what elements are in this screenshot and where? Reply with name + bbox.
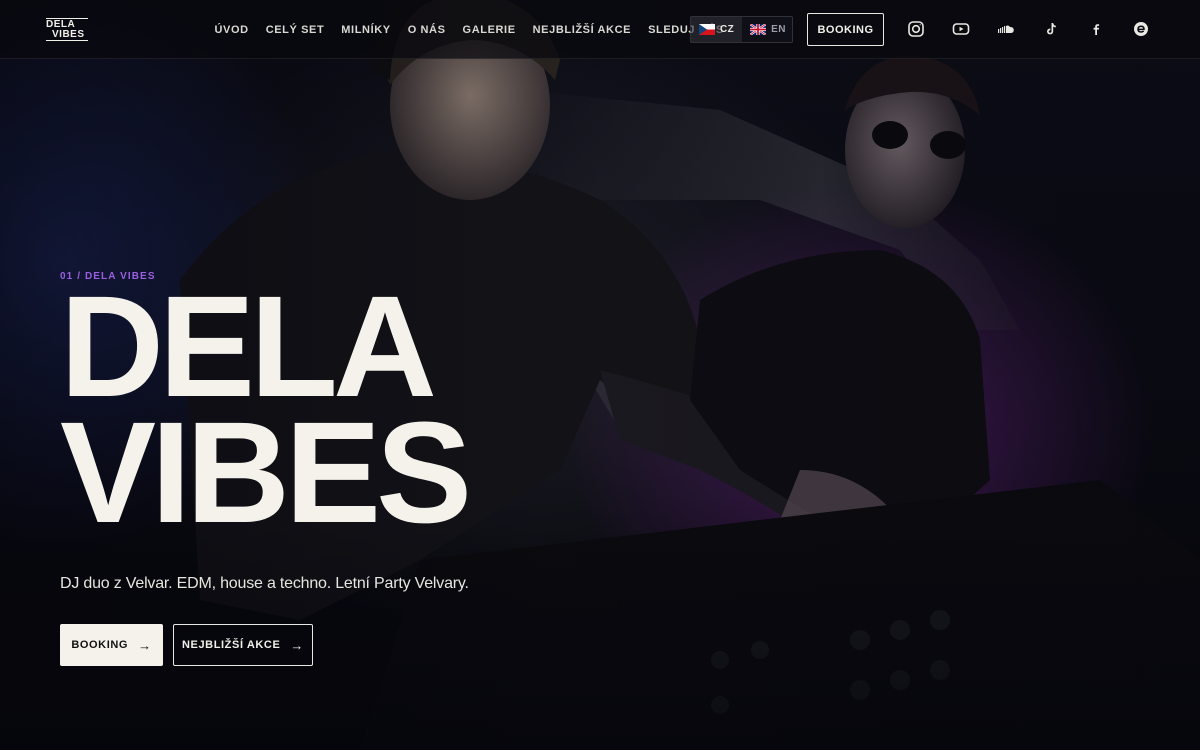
hero-upcoming-events-button[interactable]: NEJBLIŽŠÍ AKCE → — [173, 624, 313, 666]
hero-title-line-2: VIBES — [60, 392, 472, 553]
page: DELA VIBES ÚVOD CELÝ SET MILNÍKY O NÁS G… — [0, 0, 1200, 750]
language-label-en: EN — [771, 24, 786, 35]
hero-upcoming-events-label: NEJBLIŽŠÍ AKCE — [181, 639, 281, 651]
hero-booking-label: BOOKING — [71, 639, 129, 651]
soundcloud-icon[interactable] — [997, 20, 1015, 38]
hero-tagline: DJ duo z Velvar. EDM, house a techno. Le… — [60, 575, 469, 592]
main-nav: ÚVOD CELÝ SET MILNÍKY O NÁS GALERIE NEJB… — [206, 0, 732, 59]
language-switcher: CZ EN — [690, 16, 793, 43]
logo-line-2: VIBES — [46, 30, 88, 41]
arrow-right-icon: → — [138, 637, 152, 653]
hero-title: DELA VIBES — [60, 275, 472, 553]
language-option-cz[interactable]: CZ — [691, 17, 743, 42]
instagram-icon[interactable] — [907, 20, 925, 38]
arrow-right-icon: → — [290, 637, 305, 653]
nav-item-o-nas[interactable]: O NÁS — [408, 24, 446, 36]
facebook-icon[interactable] — [1087, 20, 1105, 38]
uk-flag-icon — [750, 24, 767, 35]
dela-vibes-logo[interactable]: DELA VIBES — [46, 18, 88, 41]
tiktok-icon[interactable] — [1042, 20, 1060, 38]
nav-item-uvod[interactable]: ÚVOD — [215, 24, 249, 36]
top-navigation-bar: DELA VIBES ÚVOD CELÝ SET MILNÍKY O NÁS G… — [0, 0, 1200, 59]
czech-flag-icon — [699, 24, 715, 35]
language-option-en[interactable]: EN — [742, 17, 794, 42]
nav-item-cely-set[interactable]: CELÝ SET — [266, 24, 325, 36]
hero-booking-button[interactable]: BOOKING → — [60, 624, 163, 666]
header-booking-button[interactable]: BOOKING — [807, 13, 884, 46]
nav-item-nejblizsi-akce[interactable]: NEJBLIŽŠÍ AKCE — [533, 24, 631, 36]
youtube-icon[interactable] — [952, 20, 970, 38]
email-icon[interactable] — [1132, 20, 1150, 38]
nav-item-milniky[interactable]: MILNÍKY — [341, 24, 390, 36]
nav-item-galerie[interactable]: GALERIE — [463, 24, 516, 36]
language-label-cz: CZ — [720, 24, 735, 35]
